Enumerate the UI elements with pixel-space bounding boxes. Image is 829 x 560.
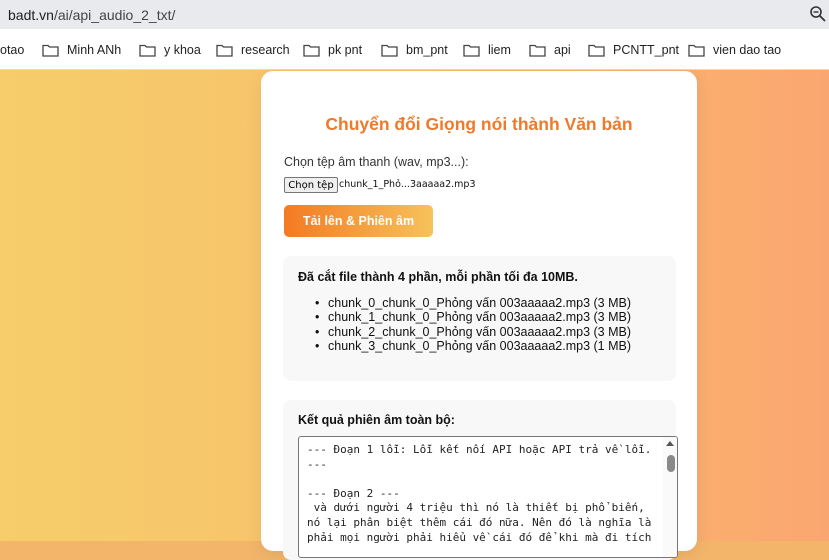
bookmark-label: PCNTT_pnt: [613, 43, 679, 57]
folder-icon: [216, 44, 233, 57]
bookmark-label: research: [241, 43, 290, 57]
bookmark-minh-anh[interactable]: Minh ANh: [42, 41, 121, 59]
result-panel: Kết quả phiên âm toàn bộ: --- Đoạn 1 lỗi…: [283, 400, 678, 560]
selected-file-name: chunk_1_Phỏ...3aaaaa2.mp3: [339, 179, 476, 190]
bookmark-label: pk pnt: [328, 43, 363, 57]
folder-icon: [688, 44, 705, 57]
list-item: • chunk_1_chunk_0_Phỏng vấn 003aaaaa2.mp3…: [315, 310, 631, 325]
bookmark-otao[interactable]: otao: [0, 41, 24, 59]
result-title: Kết quả phiên âm toàn bộ:: [298, 413, 455, 427]
folder-icon: [381, 44, 398, 57]
folder-icon: [529, 44, 546, 57]
bookmark-api[interactable]: api: [529, 41, 571, 59]
folder-icon: [463, 44, 480, 57]
result-scrollbar[interactable]: [663, 437, 677, 557]
split-info-panel: Đã cắt file thành 4 phần, mỗi phần tối đ…: [283, 256, 676, 381]
bookmark-pk-pnt[interactable]: pk pnt: [303, 41, 362, 59]
result-text: --- Đoạn 1 lỗi: Lỗi kết nối API hoặc API…: [307, 443, 652, 544]
result-textarea[interactable]: --- Đoạn 1 lỗi: Lỗi kết nối API hoặc API…: [298, 436, 678, 558]
split-info-title: Đã cắt file thành 4 phần, mỗi phần tối đ…: [298, 270, 578, 284]
bookmark-pcntt-pnt[interactable]: PCNTT_pnt: [588, 41, 679, 59]
bookmark-label: vien dao tao: [713, 43, 782, 57]
folder-icon: [303, 44, 320, 57]
bookmark-research[interactable]: research: [216, 41, 290, 59]
scroll-up-arrow-icon[interactable]: [666, 441, 674, 446]
folder-icon: [139, 44, 156, 57]
list-item: • chunk_2_chunk_0_Phỏng vấn 003aaaaa2.mp3…: [315, 324, 631, 339]
url-text[interactable]: badt.vn/ai/api_audio_2_txt/: [8, 7, 175, 23]
upload-transcribe-button[interactable]: Tải lên & Phiên âm: [284, 205, 433, 237]
bookmark-label: liem: [488, 43, 511, 57]
chunk-list: • chunk_0_chunk_0_Phỏng vấn 003aaaaa2.mp3…: [315, 296, 631, 354]
list-item: • chunk_3_chunk_0_Phỏng vấn 003aaaaa2.mp3…: [315, 339, 631, 354]
bookmark-vien-dao-tao[interactable]: vien dao tao: [688, 41, 781, 59]
zoom-icon[interactable]: [809, 5, 827, 23]
bookmark-y-khoa[interactable]: y khoa: [139, 41, 201, 59]
folder-icon: [42, 44, 59, 57]
bookmark-label: otao: [0, 43, 25, 57]
list-item: • chunk_0_chunk_0_Phỏng vấn 003aaaaa2.mp3…: [315, 296, 631, 310]
page-title: Chuyển đổi Giọng nói thành Văn bản: [325, 114, 633, 134]
choose-file-button[interactable]: Chọn tệp: [284, 177, 338, 193]
bookmarks-bar: otao Minh ANh y khoa research pk pnt bm_…: [0, 29, 829, 70]
bookmark-label: Minh ANh: [67, 43, 122, 57]
scroll-thumb[interactable]: [667, 455, 675, 472]
converter-card: Chuyển đổi Giọng nói thành Văn bản Chọn …: [261, 71, 697, 560]
bookmark-label: y khoa: [164, 43, 201, 57]
address-bar[interactable]: badt.vn/ai/api_audio_2_txt/: [0, 0, 829, 29]
bookmark-label: bm_pnt: [406, 43, 448, 57]
bookmark-bm-pnt[interactable]: bm_pnt: [381, 41, 448, 59]
folder-icon: [588, 44, 605, 57]
bookmark-label: api: [554, 43, 571, 57]
bookmark-liem[interactable]: liem: [463, 41, 511, 59]
file-label: Chọn tệp âm thanh (wav, mp3...):: [284, 155, 469, 169]
